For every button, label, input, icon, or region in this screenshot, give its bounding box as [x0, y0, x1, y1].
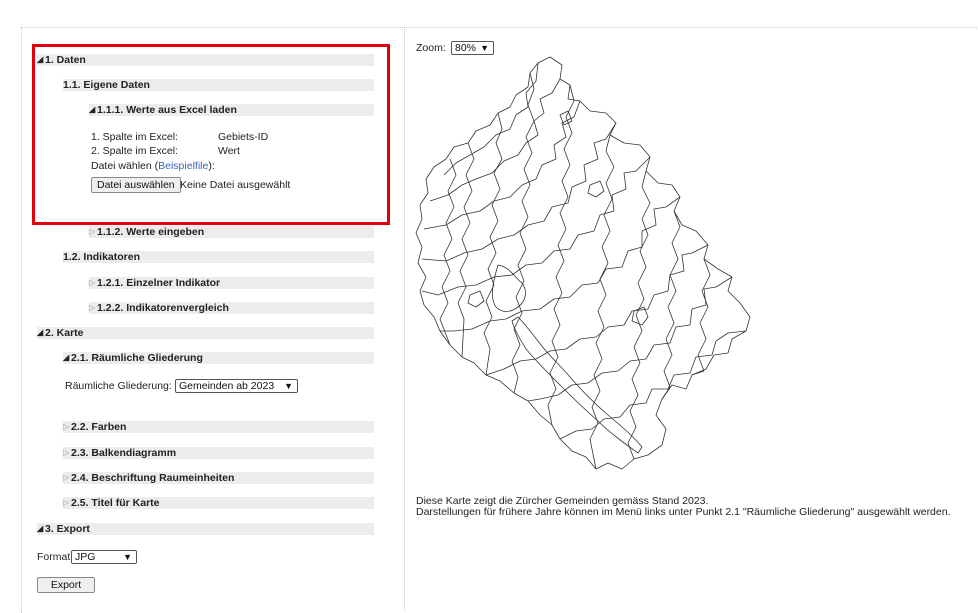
format-select[interactable]: JPG ▼ [71, 550, 137, 564]
section-1-2-label: 1.2. Indikatoren [63, 251, 141, 263]
gliederung-select[interactable]: Gemeinden ab 2023 ▼ [175, 379, 298, 393]
gliederung-label: Räumliche Gliederung: [65, 380, 172, 392]
gliederung-selected: Gemeinden ab 2023 [179, 380, 275, 392]
municipality-map[interactable] [410, 55, 755, 475]
section-1-2-2-vergleich[interactable]: ▷ 1.2.2. Indikatorenvergleich [89, 302, 374, 314]
format-label: Format: [37, 551, 74, 563]
section-2-3-label: 2.3. Balkendiagramm [71, 447, 177, 459]
section-1-2-indikatoren[interactable]: 1.2. Indikatoren [63, 251, 374, 263]
export-button[interactable]: Export [37, 577, 95, 593]
lake-zurich [511, 316, 643, 454]
section-2-4-beschriftung[interactable]: ▷ 2.4. Beschriftung Raumeinheiten [63, 472, 374, 484]
zoom-label: Zoom: [416, 42, 446, 54]
collapsed-triangle-icon: ▷ [89, 227, 96, 236]
section-2-label: 2. Karte [45, 327, 84, 339]
collapsed-triangle-icon: ▷ [63, 448, 70, 457]
format-selected: JPG [75, 551, 96, 563]
section-2-1-label: 2.1. Räumliche Gliederung [71, 352, 203, 364]
section-2-2-farben[interactable]: ▷ 2.2. Farben [63, 421, 374, 433]
panel-divider [404, 27, 405, 612]
section-2-4-label: 2.4. Beschriftung Raumeinheiten [71, 472, 235, 484]
section-2-3-balken[interactable]: ▷ 2.3. Balkendiagramm [63, 447, 374, 459]
collapsed-triangle-icon: ▷ [63, 498, 70, 507]
expanded-triangle-icon: ◢ [37, 524, 44, 533]
zoom-select[interactable]: 80% ▼ [451, 41, 494, 55]
section-2-5-titel[interactable]: ▷ 2.5. Titel für Karte [63, 497, 374, 509]
section-2-1-gliederung[interactable]: ◢ 2.1. Räumliche Gliederung [63, 352, 374, 364]
section-1-2-1-label: 1.2.1. Einzelner Indikator [97, 277, 221, 289]
chevron-down-icon: ▼ [480, 43, 489, 53]
collapsed-triangle-icon: ▷ [63, 473, 70, 482]
zoom-selected: 80% [455, 42, 477, 54]
section-2-5-label: 2.5. Titel für Karte [71, 497, 160, 509]
chevron-down-icon: ▼ [284, 381, 293, 391]
map-caption: Diese Karte zeigt die Zürcher Gemeinden … [416, 496, 951, 518]
section-2-karte[interactable]: ◢ 2. Karte [37, 327, 374, 339]
section-1-2-2-label: 1.2.2. Indikatorenvergleich [97, 302, 229, 314]
map-caption-line-2: Darstellungen für frühere Jahre können i… [416, 506, 951, 518]
expanded-triangle-icon: ◢ [63, 353, 70, 362]
highlight-box [32, 44, 390, 225]
section-1-1-2-werte[interactable]: ▷ 1.1.2. Werte eingeben [89, 226, 374, 238]
section-1-2-1-einzelner[interactable]: ▷ 1.2.1. Einzelner Indikator [89, 277, 374, 289]
section-1-1-2-label: 1.1.2. Werte eingeben [97, 226, 205, 238]
section-2-2-label: 2.2. Farben [71, 421, 127, 433]
section-3-export[interactable]: ◢ 3. Export [37, 523, 374, 535]
chevron-down-icon: ▼ [123, 552, 132, 562]
collapsed-triangle-icon: ▷ [89, 278, 96, 287]
collapsed-triangle-icon: ▷ [63, 422, 70, 431]
expanded-triangle-icon: ◢ [37, 328, 44, 337]
collapsed-triangle-icon: ▷ [89, 303, 96, 312]
section-3-label: 3. Export [45, 523, 90, 535]
